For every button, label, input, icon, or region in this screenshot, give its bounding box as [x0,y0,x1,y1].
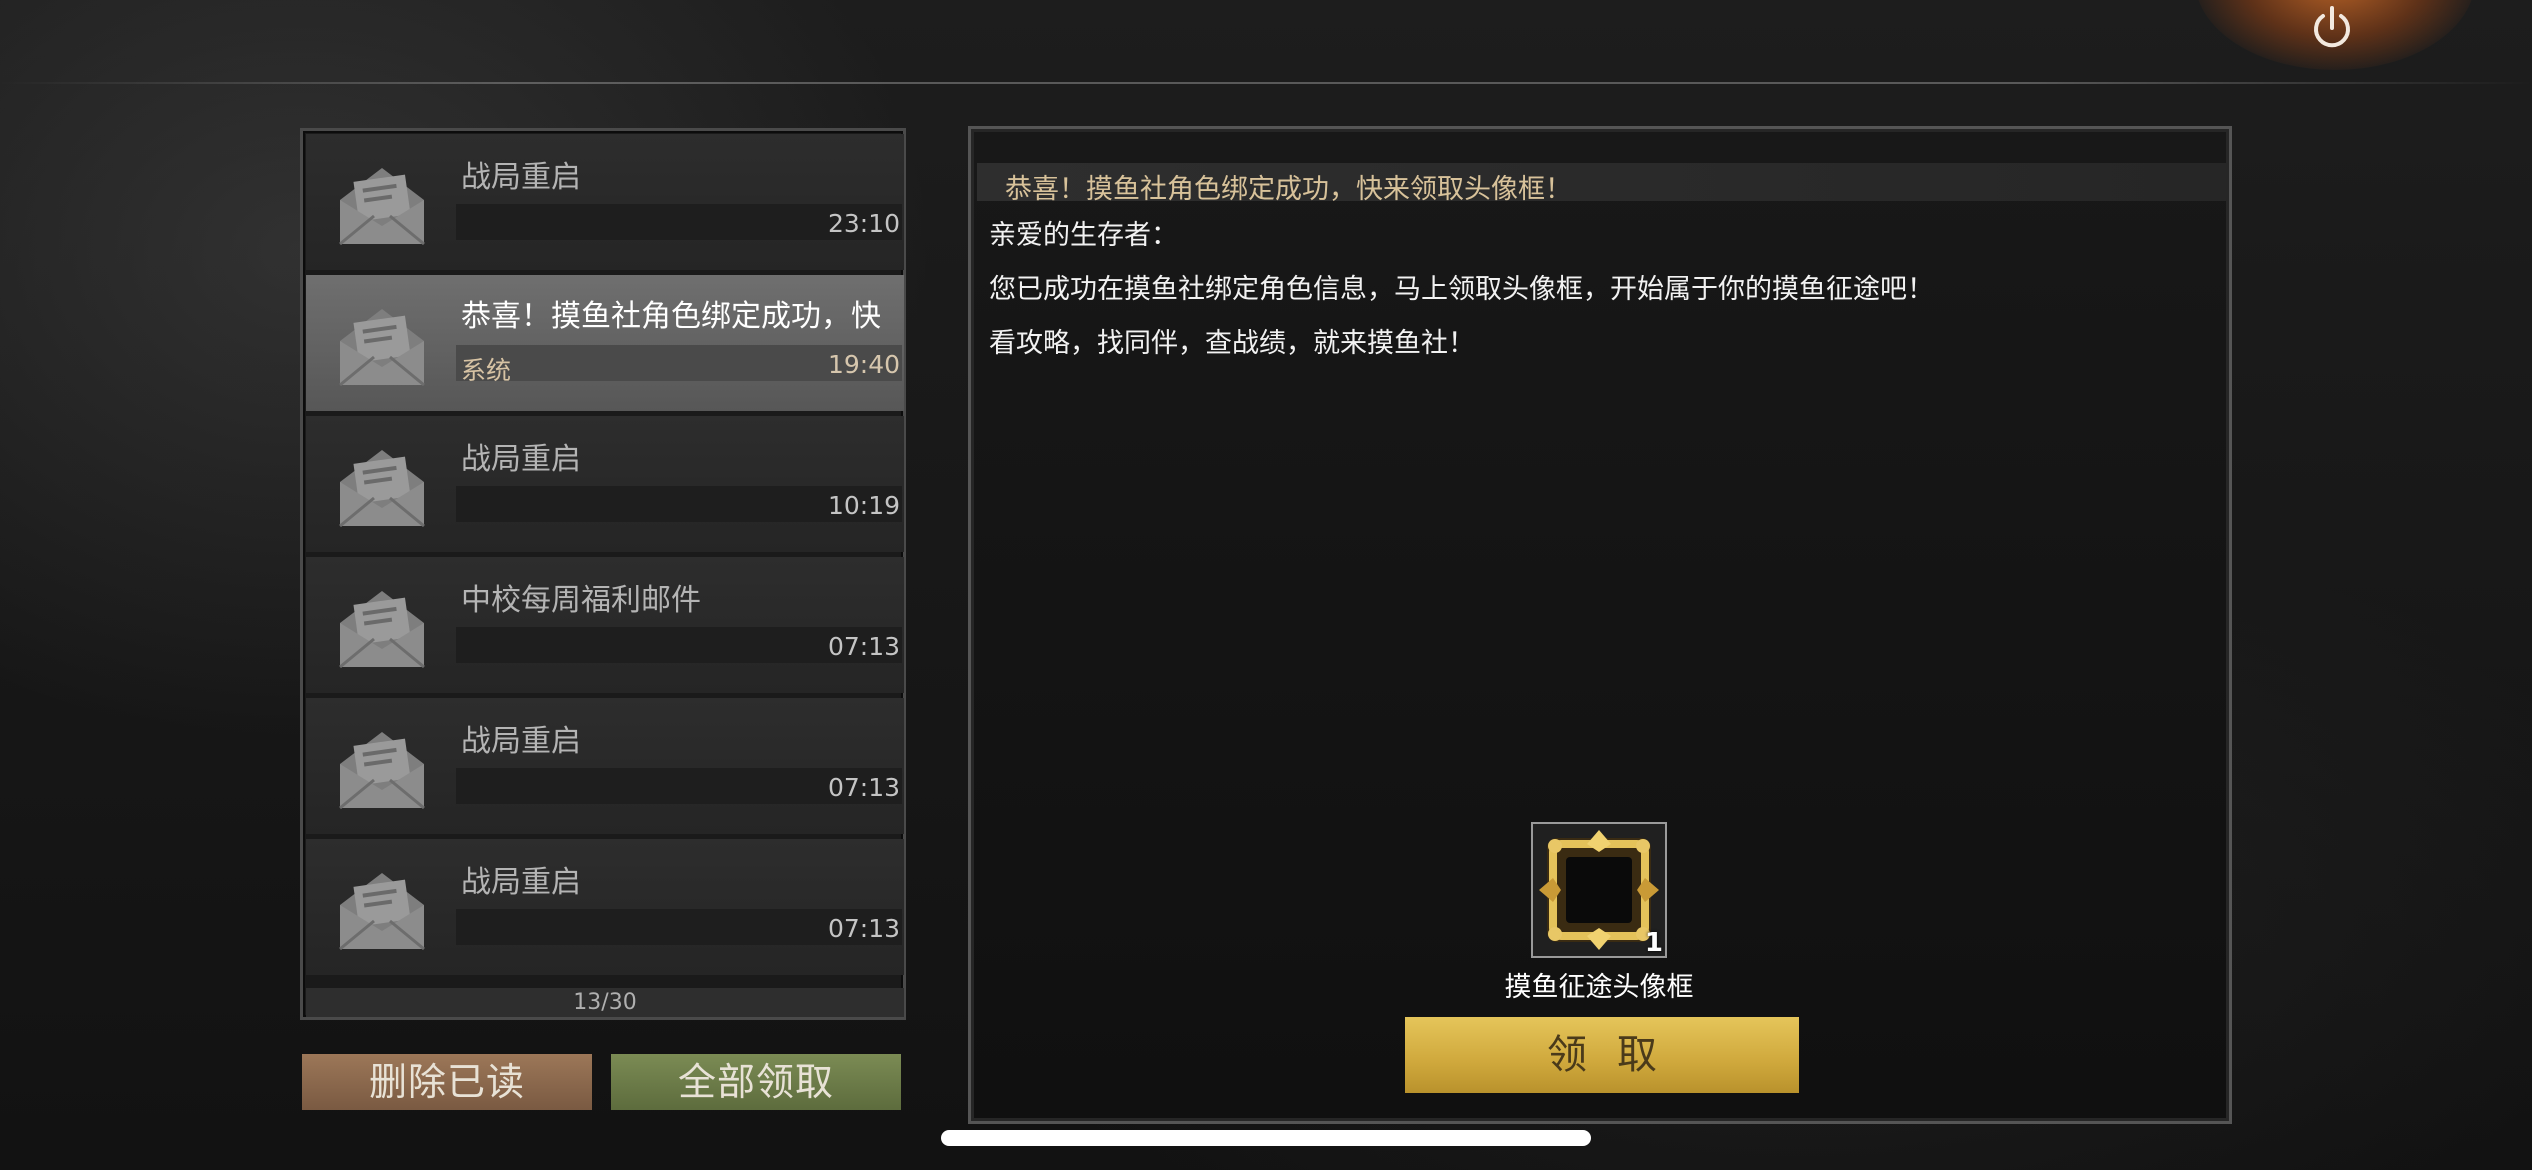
mail-screen: 战局重启 23:10 恭喜！摸鱼社角色绑定成功，快 系统 19:40 战局重启 … [0,0,2532,1170]
mail-item-time: 23:10 [827,209,900,238]
reward-count: 1 [1644,928,1663,958]
mail-list-item[interactable]: 战局重启 10:19 [306,416,904,552]
mail-item-title: 战局重启 [461,724,581,759]
open-envelope-icon [332,295,432,395]
mail-list: 战局重启 23:10 恭喜！摸鱼社角色绑定成功，快 系统 19:40 战局重启 … [300,128,906,1020]
delete-read-button[interactable]: 删除已读 [302,1054,592,1110]
mail-list-item[interactable]: 战局重启 23:10 [306,134,904,270]
mail-item-time: 07:13 [827,632,900,661]
top-divider [0,82,2532,84]
reward-item[interactable]: 1 [1531,822,1667,958]
mail-content-title: 恭喜！摸鱼社角色绑定成功，快来领取头像框！ [1005,174,1572,205]
mail-item-time: 07:13 [827,773,900,802]
mail-item-sender: 系统 [461,356,512,385]
mail-items: 战局重启 23:10 恭喜！摸鱼社角色绑定成功，快 系统 19:40 战局重启 … [306,134,904,992]
mail-item-title: 战局重启 [461,160,581,195]
reward-name: 摸鱼征途头像框 [1504,972,1694,1003]
power-icon[interactable] [2306,2,2358,54]
home-indicator[interactable] [941,1130,1591,1146]
open-envelope-icon [332,154,432,254]
mail-body-line-2: 看攻略，找同伴，查战绩，就来摸鱼社！ [989,328,1475,359]
mail-item-title: 中校每周福利邮件 [461,583,701,618]
mail-list-item[interactable]: 战局重启 07:13 [306,698,904,834]
mail-item-title: 战局重启 [461,865,581,900]
mail-item-title: 战局重启 [461,442,581,477]
mail-count: 13/30 [306,988,904,1017]
open-envelope-icon [332,436,432,536]
mail-list-item[interactable]: 战局重启 07:13 [306,839,904,975]
mail-greeting: 亲爱的生存者： [989,220,1178,251]
open-envelope-icon [332,859,432,959]
mail-item-time: 10:19 [827,491,900,520]
open-envelope-icon [332,577,432,677]
mail-content-panel: 恭喜！摸鱼社角色绑定成功，快来领取头像框！ 亲爱的生存者： 您已成功在摸鱼社绑定… [968,126,2232,1124]
mail-list-item[interactable]: 中校每周福利邮件 07:13 [306,557,904,693]
open-envelope-icon [332,718,432,818]
receive-button[interactable]: 领取 [1405,1017,1799,1093]
mail-item-title: 恭喜！摸鱼社角色绑定成功，快 [461,299,881,334]
mail-item-time: 19:40 [827,350,900,379]
claim-all-button[interactable]: 全部领取 [611,1054,901,1110]
mail-item-time: 07:13 [827,914,900,943]
mail-body-line-1: 您已成功在摸鱼社绑定角色信息，马上领取头像框，开始属于你的摸鱼征途吧！ [989,274,1934,305]
mail-list-item[interactable]: 恭喜！摸鱼社角色绑定成功，快 系统 19:40 [306,275,904,411]
